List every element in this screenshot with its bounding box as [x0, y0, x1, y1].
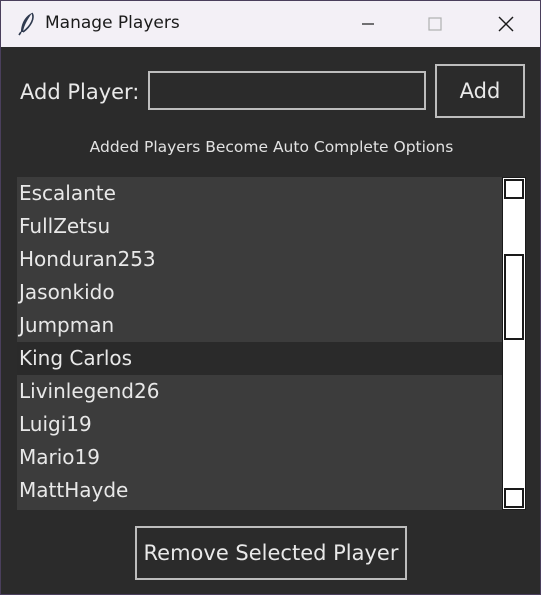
minimize-icon [362, 23, 374, 25]
players-listbox[interactable]: Escalante FullZetsu Honduran253 Jasonkid… [17, 177, 502, 510]
list-item[interactable]: MattHayde [17, 474, 502, 507]
list-item[interactable]: Livinlegend26 [17, 375, 502, 408]
players-scrollbar[interactable] [502, 177, 526, 510]
list-item[interactable]: Jumpman [17, 309, 502, 342]
add-button[interactable]: Add [435, 64, 525, 118]
maximize-icon [428, 17, 442, 31]
scroll-up-button[interactable] [504, 179, 524, 199]
window-title: Manage Players [45, 13, 180, 33]
manage-players-window: Manage Players Add Player: Add Added Pla… [0, 0, 541, 595]
list-item[interactable]: Mario19 [17, 441, 502, 474]
minimize-button[interactable] [345, 1, 391, 47]
list-item[interactable]: Luigi19 [17, 408, 502, 441]
close-button[interactable] [483, 1, 529, 47]
list-item-selected[interactable]: King Carlos [17, 342, 502, 375]
list-item[interactable]: Honduran253 [17, 243, 502, 276]
add-player-input[interactable] [148, 71, 426, 110]
list-item[interactable]: Jasonkido [17, 276, 502, 309]
maximize-button[interactable] [412, 1, 458, 47]
feather-icon [17, 12, 37, 36]
close-icon [498, 16, 514, 32]
list-item[interactable]: FullZetsu [17, 210, 502, 243]
title-bar[interactable]: Manage Players [1, 1, 540, 47]
autocomplete-hint: Added Players Become Auto Complete Optio… [89, 138, 454, 156]
scroll-down-button[interactable] [504, 488, 524, 508]
remove-selected-player-button[interactable]: Remove Selected Player [135, 526, 407, 580]
add-player-label: Add Player: [20, 80, 140, 104]
scroll-thumb[interactable] [504, 254, 524, 340]
list-item[interactable]: Escalante [17, 177, 502, 210]
